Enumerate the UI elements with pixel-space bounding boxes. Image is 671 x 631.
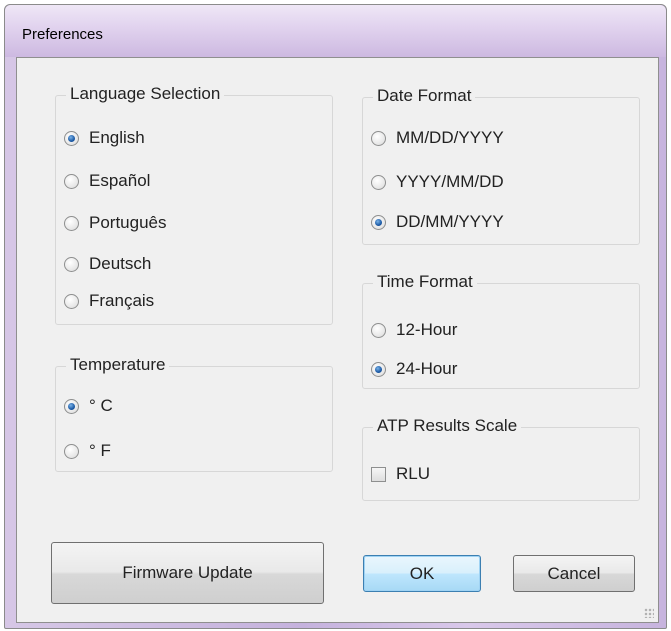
checkbox-label: RLU xyxy=(396,464,431,483)
preferences-window: Preferences Language Selection English E… xyxy=(4,4,667,629)
radio-date-dd-mm-yyyy[interactable]: DD/MM/YYYY xyxy=(371,212,504,232)
atp-results-scale-group: ATP Results Scale RLU xyxy=(362,416,640,501)
radio-button-icon[interactable] xyxy=(64,443,79,459)
radio-button-icon[interactable] xyxy=(371,361,386,377)
radio-label: 12-Hour xyxy=(396,320,458,339)
language-selection-group: Language Selection English Español Portu… xyxy=(55,84,333,325)
radio-time-24-hour[interactable]: 24-Hour xyxy=(371,359,457,379)
radio-label: DD/MM/YYYY xyxy=(396,212,504,231)
radio-date-yyyy-mm-dd[interactable]: YYYY/MM/DD xyxy=(371,172,504,192)
radio-button-icon[interactable] xyxy=(64,398,79,414)
radio-label: English xyxy=(89,128,145,147)
radio-label: Français xyxy=(89,291,155,310)
ok-button[interactable]: OK xyxy=(363,555,481,592)
time-format-group: Time Format 12-Hour 24-Hour xyxy=(362,272,640,389)
radio-button-icon[interactable] xyxy=(371,214,386,230)
window-title: Preferences xyxy=(22,26,103,43)
radio-label: Español xyxy=(89,171,151,190)
cancel-button[interactable]: Cancel xyxy=(513,555,635,592)
radio-label: ° F xyxy=(89,441,111,460)
radio-date-mm-dd-yyyy[interactable]: MM/DD/YYYY xyxy=(371,128,504,148)
dialog-body: Language Selection English Español Portu… xyxy=(16,57,659,623)
radio-temperature-celsius[interactable]: ° C xyxy=(64,396,113,416)
radio-button-icon[interactable] xyxy=(371,322,386,338)
radio-button-icon[interactable] xyxy=(64,130,79,146)
radio-language-deutsch[interactable]: Deutsch xyxy=(64,254,151,274)
date-format-legend: Date Format xyxy=(373,86,476,106)
temperature-legend: Temperature xyxy=(66,355,170,375)
radio-button-icon[interactable] xyxy=(64,215,79,231)
radio-language-francais[interactable]: Français xyxy=(64,291,154,311)
radio-button-icon[interactable] xyxy=(64,173,79,189)
firmware-update-button[interactable]: Firmware Update xyxy=(51,542,324,604)
radio-button-icon[interactable] xyxy=(64,256,79,272)
checkbox-rlu[interactable]: RLU xyxy=(371,464,430,484)
radio-button-icon[interactable] xyxy=(371,174,386,190)
language-selection-legend: Language Selection xyxy=(66,84,225,104)
resize-grip-icon[interactable] xyxy=(644,608,654,618)
radio-label: Português xyxy=(89,213,167,232)
title-bar[interactable]: Preferences xyxy=(5,5,666,57)
atp-results-scale-legend: ATP Results Scale xyxy=(373,416,522,436)
radio-label: Deutsch xyxy=(89,254,152,273)
radio-label: 24-Hour xyxy=(396,359,458,378)
radio-label: YYYY/MM/DD xyxy=(396,172,504,191)
radio-temperature-fahrenheit[interactable]: ° F xyxy=(64,441,111,461)
checkbox-icon[interactable] xyxy=(371,466,386,482)
radio-label: MM/DD/YYYY xyxy=(396,128,504,147)
time-format-legend: Time Format xyxy=(373,272,477,292)
radio-button-icon[interactable] xyxy=(64,293,79,309)
date-format-group: Date Format MM/DD/YYYY YYYY/MM/DD DD/MM/… xyxy=(362,86,640,245)
radio-button-icon[interactable] xyxy=(371,130,386,146)
radio-language-english[interactable]: English xyxy=(64,128,145,148)
radio-time-12-hour[interactable]: 12-Hour xyxy=(371,320,457,340)
temperature-group: Temperature ° C ° F xyxy=(55,355,333,472)
radio-language-portugues[interactable]: Português xyxy=(64,213,167,233)
radio-language-espanol[interactable]: Español xyxy=(64,171,150,191)
radio-label: ° C xyxy=(89,396,113,415)
